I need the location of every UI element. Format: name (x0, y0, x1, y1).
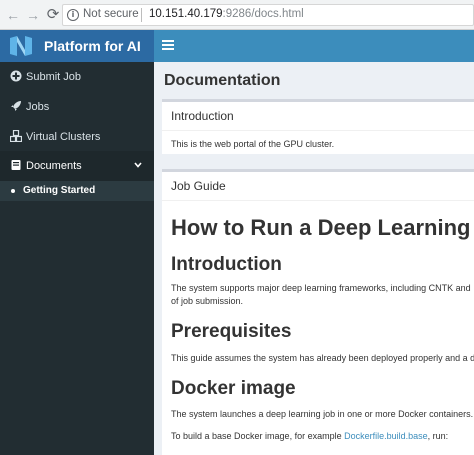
url-host: 10.151.40.179 (149, 8, 223, 20)
browser-toolbar: ← → ⟳ i Not secure 10.151.40.179:9286/do… (0, 0, 474, 30)
page-title: Documentation (164, 72, 281, 89)
section-heading-introduction: Introduction (171, 254, 282, 275)
sidebar-item-virtual-clusters[interactable]: Virtual Clusters (0, 122, 154, 152)
rocket-icon (11, 101, 21, 111)
sidebar-item-label: Submit Job (26, 71, 82, 83)
docker-build-prefix: To build a base Docker image, for exampl… (171, 431, 345, 441)
hamburger-menu-icon[interactable] (162, 40, 174, 50)
section-text: of job submission. (171, 296, 244, 306)
cubes-icon (10, 130, 22, 142)
sidebar-item-jobs[interactable]: Jobs (0, 92, 154, 122)
intro-box-header: Introduction (162, 102, 474, 131)
platform-logo-icon (10, 36, 32, 56)
section-heading-prerequisites: Prerequisites (171, 321, 292, 342)
book-icon (11, 160, 21, 170)
url-divider (141, 8, 142, 22)
sidebar-item-label: Documents (26, 160, 82, 172)
sidebar-subitem-label: Getting Started (23, 185, 96, 196)
brand-logo-area[interactable]: Platform for AI (0, 30, 154, 62)
plus-circle-icon (10, 70, 22, 82)
sidebar-item-documents[interactable]: Documents (0, 151, 154, 181)
top-navbar (154, 30, 474, 62)
bullet-icon (11, 189, 15, 193)
url-text: 10.151.40.179:9286/docs.html (149, 8, 304, 20)
brand-name: Platform for AI (44, 38, 141, 54)
job-guide-box: Job Guide How to Run a Deep Learning Job… (162, 169, 474, 455)
section-text: This guide assumes the system has alread… (171, 353, 474, 363)
docker-build-suffix: , run: (427, 431, 449, 441)
info-icon[interactable]: i (67, 9, 79, 21)
sidebar-item-label: Virtual Clusters (26, 131, 101, 143)
intro-box-title: Introduction (171, 109, 234, 123)
sidebar-item-label: Jobs (26, 101, 50, 113)
doc-title: How to Run a Deep Learning Job (171, 215, 474, 240)
job-guide-box-title: Job Guide (171, 179, 226, 193)
documents-submenu: Getting Started (0, 181, 154, 201)
address-bar[interactable]: i Not secure 10.151.40.179:9286/docs.htm… (62, 4, 474, 26)
reload-icon[interactable]: ⟳ (44, 6, 62, 24)
dockerfile-link[interactable]: Dockerfile.build.base (344, 431, 428, 441)
main-content: Documentation Introduction This is the w… (154, 62, 474, 455)
intro-box: Introduction This is the web portal of t… (162, 99, 474, 154)
sidebar-subitem-getting-started[interactable]: Getting Started (0, 181, 154, 201)
section-text: The system supports major deep learning … (171, 283, 471, 293)
job-guide-box-header: Job Guide (162, 172, 474, 201)
sidebar: Submit Job Jobs Virtual Clusters Documen… (0, 62, 154, 455)
section-text: The system launches a deep learning job … (171, 409, 474, 419)
security-label: Not secure (83, 8, 139, 20)
url-path: :9286/docs.html (222, 8, 304, 20)
section-heading-docker-image: Docker image (171, 378, 296, 399)
forward-arrow-icon[interactable]: → (24, 6, 42, 24)
docker-build-text: To build a base Docker image, for exampl… (171, 430, 448, 442)
chevron-down-icon[interactable] (134, 161, 142, 169)
back-arrow-icon[interactable]: ← (4, 6, 22, 24)
sidebar-item-submit-job[interactable]: Submit Job (0, 62, 154, 92)
intro-box-text: This is the web portal of the GPU cluste… (171, 139, 335, 149)
